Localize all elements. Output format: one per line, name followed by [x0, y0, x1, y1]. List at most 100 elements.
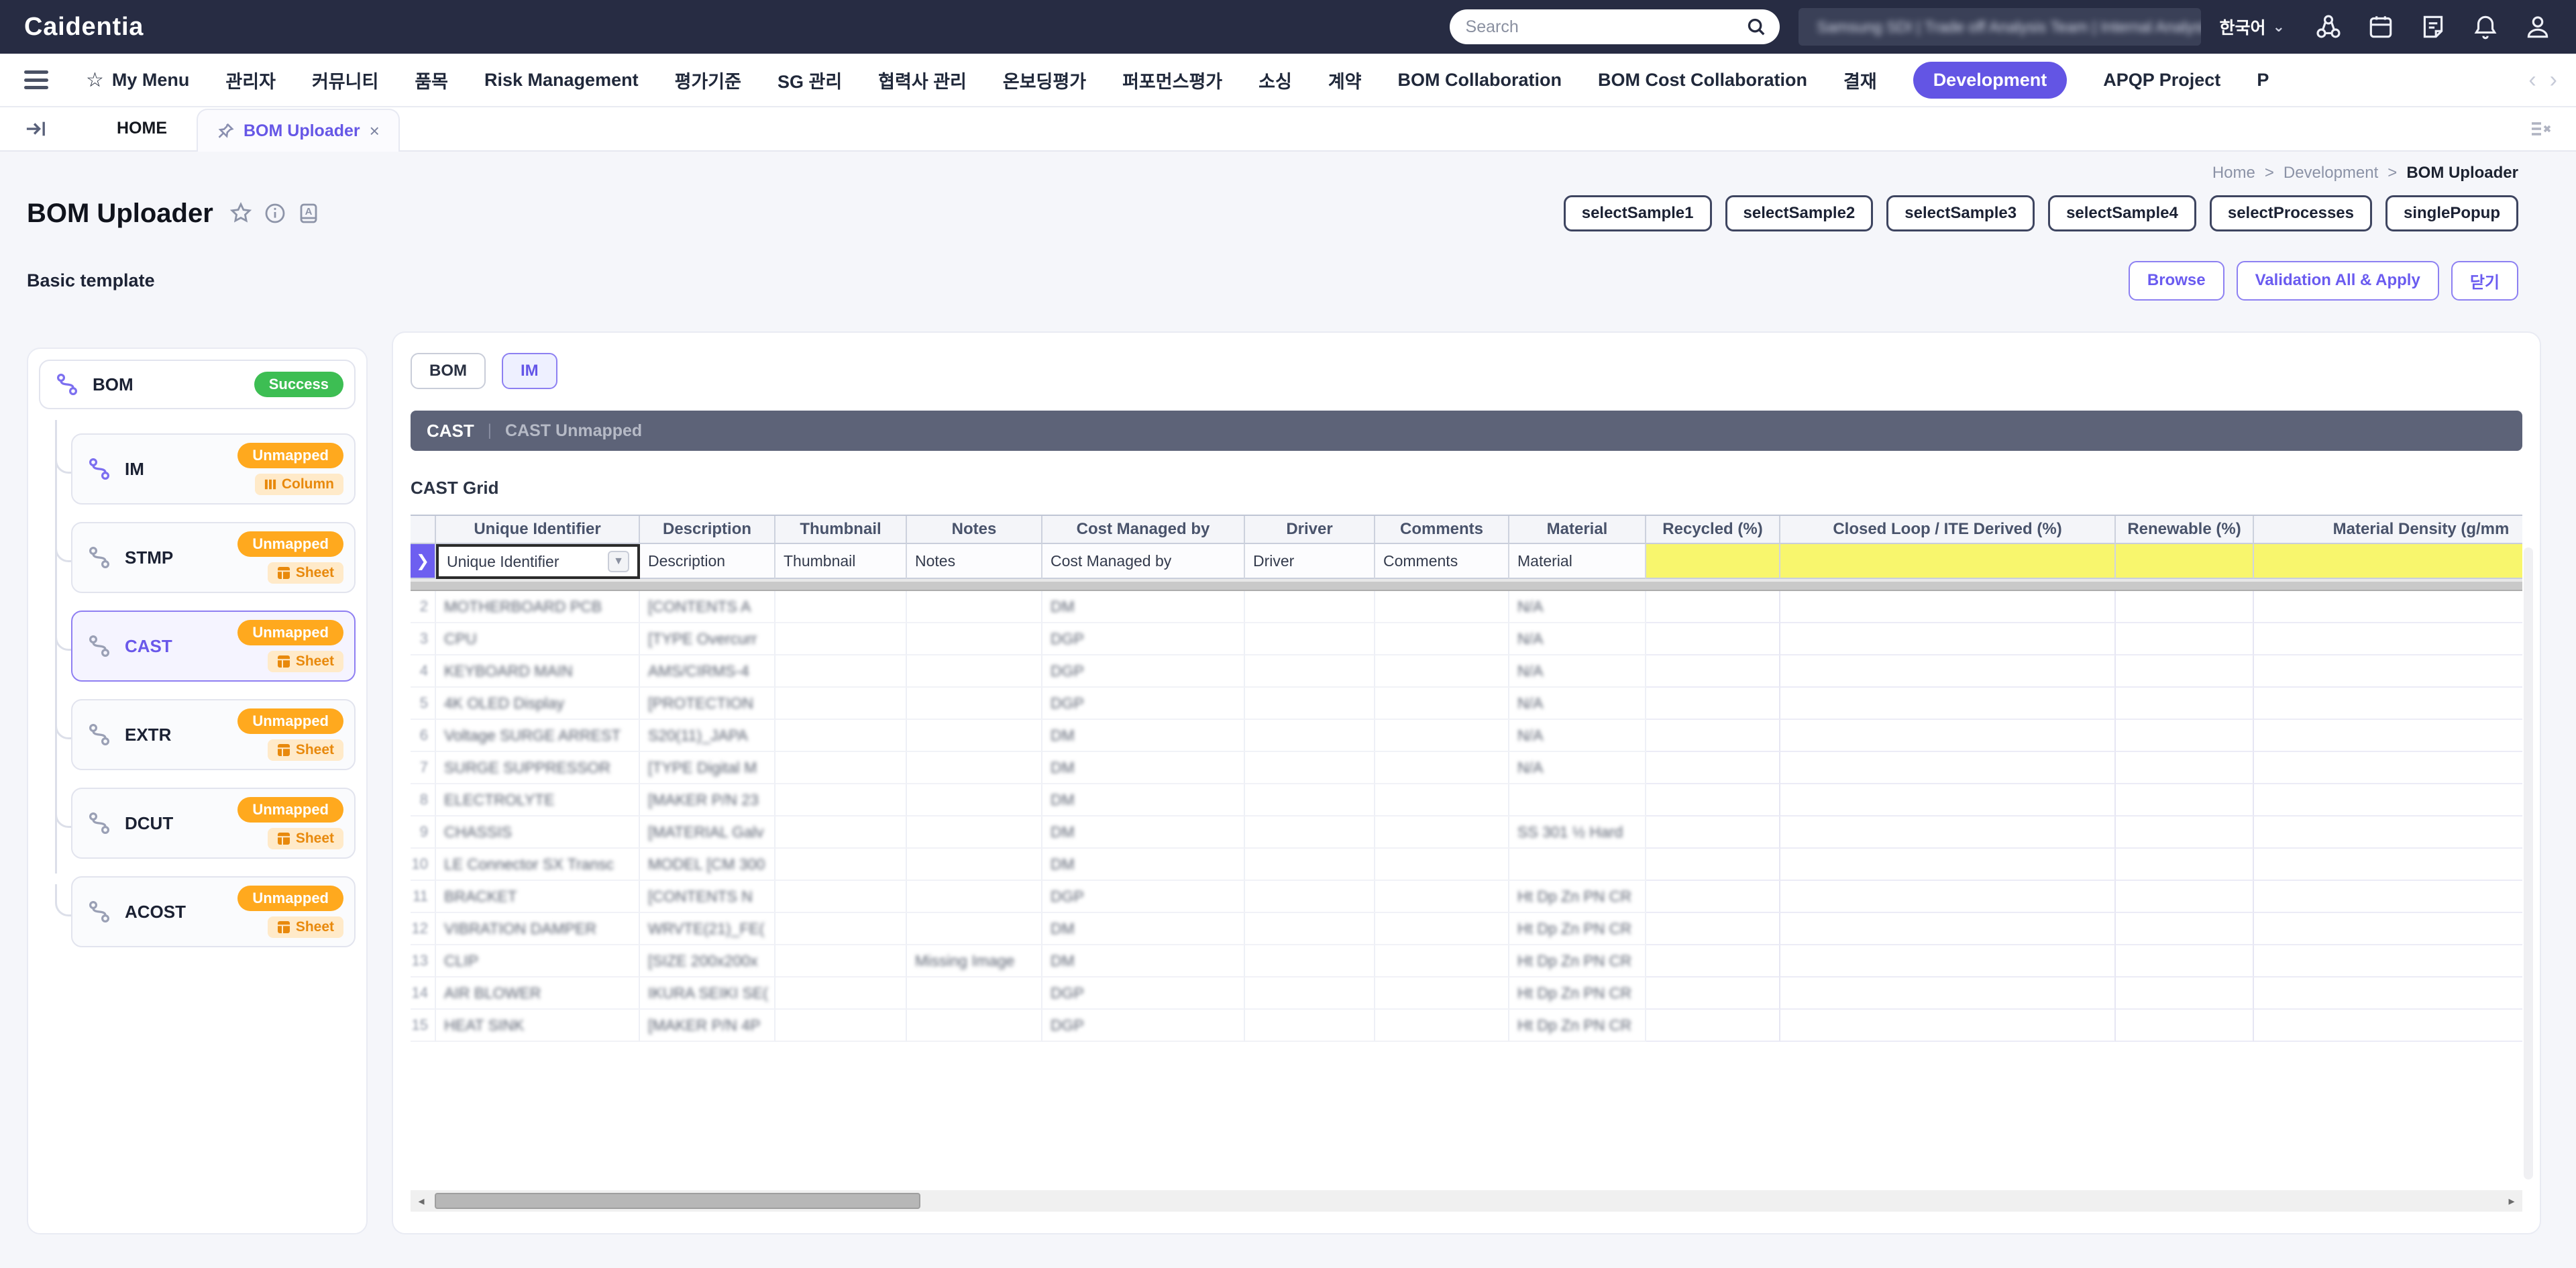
nav-item-관리자[interactable]: 관리자 — [225, 67, 276, 93]
table-row[interactable]: 8ELECTROLYTE[MAKER P/N 23DM — [411, 784, 2522, 816]
data-cell[interactable]: MODEL [CM 300 — [640, 849, 775, 881]
toggle-bom[interactable]: BOM — [411, 353, 486, 389]
row-number-cell[interactable]: 10 — [411, 849, 436, 881]
data-cell[interactable] — [1646, 1010, 1780, 1042]
data-cell[interactable] — [1646, 978, 1780, 1010]
col-header-closed-loop-ite-derived-[interactable]: Closed Loop / ITE Derived (%) — [1780, 516, 2116, 544]
data-cell[interactable] — [2116, 720, 2254, 752]
data-cell[interactable]: [MAKER P/N 23 — [640, 784, 775, 816]
table-row[interactable]: 6Voltage SURGE ARRESTS20(11)_JAPADMN/A — [411, 720, 2522, 752]
data-cell[interactable] — [1245, 881, 1375, 913]
breadcrumb-home[interactable]: Home — [2212, 164, 2255, 182]
data-cell[interactable] — [907, 720, 1042, 752]
mapping-cell-unique-identifier[interactable]: Unique Identifier▼ — [436, 544, 640, 579]
data-cell[interactable]: DGP — [1042, 881, 1245, 913]
data-cell[interactable] — [1646, 688, 1780, 720]
mapping-cell-material[interactable]: Material — [1509, 544, 1646, 579]
row-number-cell[interactable]: 7 — [411, 752, 436, 784]
nav-item-품목[interactable]: 품목 — [415, 67, 448, 93]
data-cell[interactable] — [1509, 849, 1646, 881]
dropdown-arrow-icon[interactable]: ▼ — [608, 551, 629, 572]
data-cell[interactable] — [1780, 720, 2116, 752]
close-all-tabs-icon[interactable] — [2530, 119, 2552, 138]
memo-icon[interactable] — [2419, 13, 2447, 41]
data-cell[interactable]: WRVTE(21)_FE( — [640, 913, 775, 945]
data-cell[interactable] — [1509, 784, 1646, 816]
table-row[interactable]: 12VIBRATION DAMPERWRVTE(21)_FE(DMHt Dp Z… — [411, 913, 2522, 945]
data-cell[interactable] — [775, 849, 907, 881]
data-cell[interactable]: IKURA SEIKI SE( — [640, 978, 775, 1010]
tree-node-stmp[interactable]: STMPUnmappedSheet — [71, 522, 356, 593]
nav-item-p[interactable]: P — [2257, 70, 2269, 91]
data-cell[interactable] — [1780, 978, 2116, 1010]
nav-item-온보딩평가[interactable]: 온보딩평가 — [1003, 67, 1086, 93]
selectsample2-button[interactable]: selectSample2 — [1725, 195, 1874, 231]
data-cell[interactable]: Ht Dp Zn PN CR — [1509, 945, 1646, 978]
data-cell[interactable]: N/A — [1509, 591, 1646, 623]
data-cell[interactable] — [1375, 881, 1509, 913]
data-cell[interactable] — [1780, 881, 2116, 913]
data-cell[interactable] — [2254, 655, 2522, 688]
vertical-scrollbar[interactable] — [2524, 547, 2533, 1179]
data-cell[interactable] — [775, 591, 907, 623]
hamburger-icon[interactable] — [24, 70, 48, 89]
data-cell[interactable] — [1375, 1010, 1509, 1042]
data-cell[interactable] — [2116, 655, 2254, 688]
data-cell[interactable] — [1245, 655, 1375, 688]
data-cell[interactable] — [1375, 720, 1509, 752]
collapse-sidebar-icon[interactable] — [24, 119, 47, 139]
row-number-cell[interactable]: 2 — [411, 591, 436, 623]
bell-icon[interactable] — [2471, 13, 2500, 41]
data-cell[interactable] — [1646, 945, 1780, 978]
nav-item-apqp-project[interactable]: APQP Project — [2103, 70, 2220, 91]
data-cell[interactable] — [1646, 881, 1780, 913]
data-cell[interactable]: ELECTROLYTE — [436, 784, 640, 816]
search-icon[interactable] — [1746, 17, 1766, 37]
data-cell[interactable] — [1375, 752, 1509, 784]
search-box[interactable] — [1450, 9, 1780, 44]
nav-item-development[interactable]: Development — [1913, 62, 2068, 99]
table-row[interactable]: 11BRACKET[CONTENTS NDGPHt Dp Zn PN CR — [411, 881, 2522, 913]
row-number-cell[interactable]: 12 — [411, 913, 436, 945]
data-cell[interactable] — [2116, 816, 2254, 849]
data-cell[interactable] — [1646, 752, 1780, 784]
data-cell[interactable] — [2254, 784, 2522, 816]
data-cell[interactable] — [1245, 913, 1375, 945]
data-cell[interactable]: S20(11)_JAPA — [640, 720, 775, 752]
row-number-cell[interactable]: 9 — [411, 816, 436, 849]
data-cell[interactable] — [775, 623, 907, 655]
data-cell[interactable] — [1245, 688, 1375, 720]
data-cell[interactable] — [1646, 720, 1780, 752]
nav-item-평가기준[interactable]: 평가기준 — [675, 67, 741, 93]
mapping-cell-renewable-[interactable] — [2116, 544, 2254, 579]
data-cell[interactable] — [2254, 849, 2522, 881]
data-cell[interactable]: Ht Dp Zn PN CR — [1509, 978, 1646, 1010]
nav-scroll-right-icon[interactable]: › — [2550, 67, 2557, 93]
table-row[interactable]: 9CHASSIS[MATERIAL GalvDMSS 301 ½ Hard — [411, 816, 2522, 849]
data-cell[interactable]: AIR BLOWER — [436, 978, 640, 1010]
col-header-recycled-[interactable]: Recycled (%) — [1646, 516, 1780, 544]
data-cell[interactable] — [2116, 688, 2254, 720]
col-header-comments[interactable]: Comments — [1375, 516, 1509, 544]
col-header-material-density-g-mm[interactable]: Material Density (g/mm — [2254, 516, 2522, 544]
data-cell[interactable] — [775, 655, 907, 688]
mapping-cell-notes[interactable]: Notes — [907, 544, 1042, 579]
data-cell[interactable]: N/A — [1509, 655, 1646, 688]
info-icon[interactable] — [264, 203, 286, 224]
data-cell[interactable]: [TYPE Digital M — [640, 752, 775, 784]
mapping-cell-driver[interactable]: Driver — [1245, 544, 1375, 579]
data-cell[interactable]: DM — [1042, 913, 1245, 945]
data-cell[interactable]: DM — [1042, 945, 1245, 978]
data-cell[interactable] — [1780, 784, 2116, 816]
row-number-cell[interactable]: 11 — [411, 881, 436, 913]
mapping-cell-description[interactable]: Description — [640, 544, 775, 579]
data-cell[interactable] — [2254, 591, 2522, 623]
data-cell[interactable] — [775, 720, 907, 752]
data-cell[interactable] — [1375, 913, 1509, 945]
data-cell[interactable]: Missing Image — [907, 945, 1042, 978]
browse-button[interactable]: Browse — [2129, 261, 2224, 301]
data-cell[interactable] — [2254, 688, 2522, 720]
calendar-icon[interactable] — [2367, 13, 2395, 41]
search-input[interactable] — [1466, 17, 1746, 37]
data-cell[interactable]: SS 301 ½ Hard — [1509, 816, 1646, 849]
